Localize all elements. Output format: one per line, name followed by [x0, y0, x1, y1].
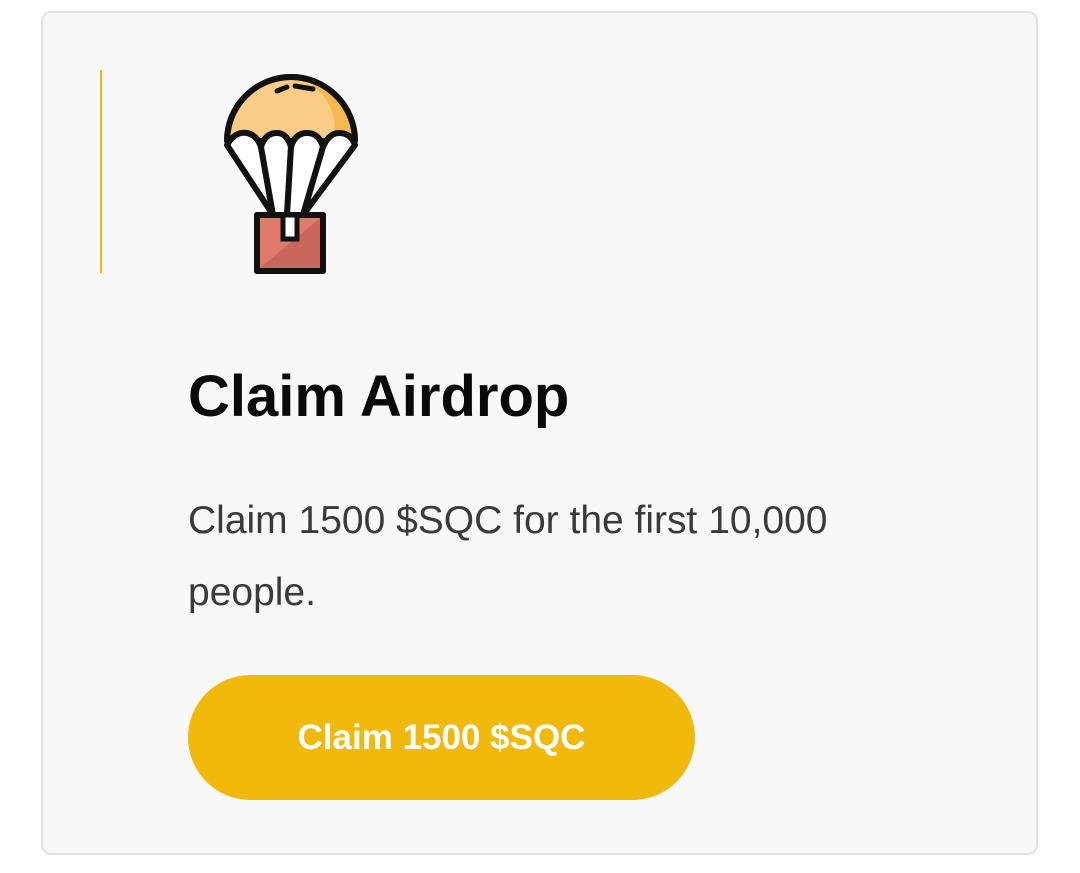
claim-button[interactable]: Claim 1500 $SQC [188, 675, 695, 800]
card-description: Claim 1500 $SQC for the first 10,000 peo… [188, 499, 828, 614]
accent-bar [100, 70, 102, 273]
parachute-airdrop-icon [221, 71, 363, 275]
card-title: Claim Airdrop [188, 364, 570, 429]
airdrop-card: Claim Airdrop Claim 1500 $SQC for the fi… [41, 11, 1038, 855]
